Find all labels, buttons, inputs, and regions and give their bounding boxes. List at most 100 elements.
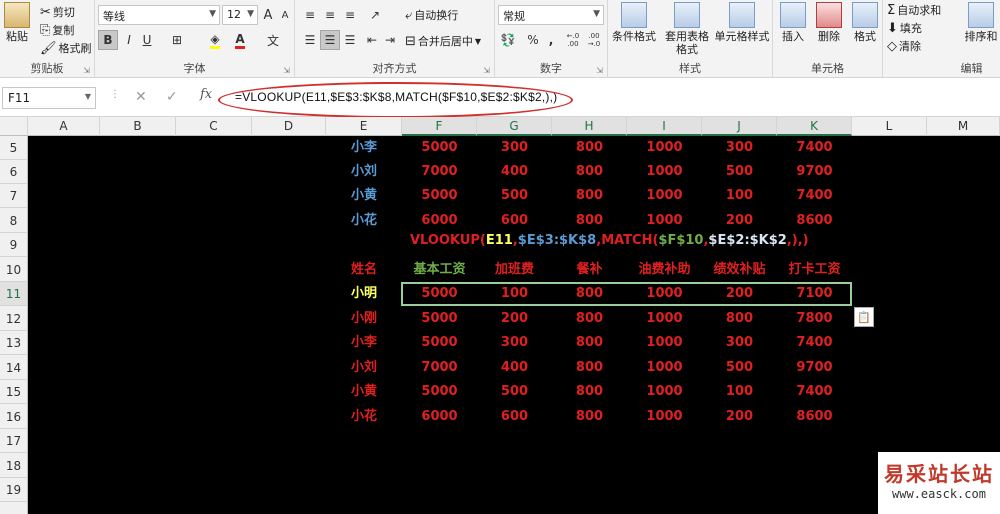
select-all-corner[interactable] xyxy=(0,117,28,136)
increase-indent-button[interactable]: ⇥ xyxy=(380,30,400,50)
row-header-6[interactable]: 6 xyxy=(0,160,27,184)
cell-h5[interactable]: 800 xyxy=(552,136,627,160)
cell-e13[interactable]: 小李 xyxy=(326,331,402,355)
cell-j6[interactable]: 500 xyxy=(702,160,777,184)
row-header-18[interactable]: 18 xyxy=(0,454,27,478)
cell-j13[interactable]: 300 xyxy=(702,331,777,355)
cell-f7[interactable]: 5000 xyxy=(402,184,477,208)
cell-f5[interactable]: 5000 xyxy=(402,136,477,160)
cell-f8[interactable]: 6000 xyxy=(402,209,477,233)
cell-f16[interactable]: 6000 xyxy=(402,405,477,429)
cell-f12[interactable]: 5000 xyxy=(402,307,477,331)
cell-k7[interactable]: 7400 xyxy=(777,184,852,208)
shrink-font-button[interactable]: A xyxy=(275,5,295,25)
col-header-a[interactable]: A xyxy=(28,117,100,136)
cell-i12[interactable]: 1000 xyxy=(627,307,702,331)
row-header-11[interactable]: 11 xyxy=(0,282,27,306)
cell-e6[interactable]: 小刘 xyxy=(326,160,402,184)
format-as-table-button[interactable]: 套用表格格式 xyxy=(661,2,713,56)
col-header-i[interactable]: I xyxy=(627,117,702,136)
cell-e5[interactable]: 小李 xyxy=(326,136,402,160)
clipboard-launcher-icon[interactable]: ⇲ xyxy=(83,66,90,75)
format-button[interactable]: 格式 xyxy=(849,2,881,43)
font-name-select[interactable]: 等线 ▼ xyxy=(98,5,220,25)
cell-i16[interactable]: 1000 xyxy=(627,405,702,429)
cell-h12[interactable]: 800 xyxy=(552,307,627,331)
cell-e12[interactable]: 小刚 xyxy=(326,307,402,331)
cell-g8[interactable]: 600 xyxy=(477,209,552,233)
cell-e15[interactable]: 小黄 xyxy=(326,380,402,404)
clear-button[interactable]: ◇ 清除 xyxy=(887,38,921,54)
cell-e14[interactable]: 小刘 xyxy=(326,356,402,380)
header-clock-salary[interactable]: 打卡工资 xyxy=(777,258,852,282)
more-icon[interactable]: ⋮ xyxy=(110,89,120,100)
row-header-16[interactable]: 16 xyxy=(0,405,27,429)
col-header-l[interactable]: L xyxy=(852,117,927,136)
row-header-17[interactable]: 17 xyxy=(0,429,27,453)
cell-j8[interactable]: 200 xyxy=(702,209,777,233)
cell-styles-button[interactable]: 单元格样式 xyxy=(712,2,772,43)
delete-button[interactable]: 删除 xyxy=(813,2,845,43)
cell-h16[interactable]: 800 xyxy=(552,405,627,429)
cell-e7[interactable]: 小黄 xyxy=(326,184,402,208)
cell-i14[interactable]: 1000 xyxy=(627,356,702,380)
cell-k15[interactable]: 7400 xyxy=(777,380,852,404)
cell-h6[interactable]: 800 xyxy=(552,160,627,184)
cell-i6[interactable]: 1000 xyxy=(627,160,702,184)
cell-f14[interactable]: 7000 xyxy=(402,356,477,380)
cell-f6[interactable]: 7000 xyxy=(402,160,477,184)
col-header-f[interactable]: F xyxy=(402,117,477,136)
cell-f13[interactable]: 5000 xyxy=(402,331,477,355)
cell-i15[interactable]: 1000 xyxy=(627,380,702,404)
cell-k16[interactable]: 8600 xyxy=(777,405,852,429)
col-header-k[interactable]: K xyxy=(777,117,852,136)
fill-color-button[interactable]: ◈ xyxy=(205,30,225,50)
cell-h13[interactable]: 800 xyxy=(552,331,627,355)
cell-h7[interactable]: 800 xyxy=(552,184,627,208)
format-painter-button[interactable]: 🖌 格式刷 xyxy=(40,40,92,56)
cell-j5[interactable]: 300 xyxy=(702,136,777,160)
row-header-7[interactable]: 7 xyxy=(0,184,27,208)
orientation-button[interactable]: ↗ xyxy=(365,5,385,25)
col-header-g[interactable]: G xyxy=(477,117,552,136)
cell-i7[interactable]: 1000 xyxy=(627,184,702,208)
fx-icon[interactable]: fx xyxy=(200,87,212,102)
bold-button[interactable]: B xyxy=(98,30,118,50)
row-header-12[interactable]: 12 xyxy=(0,307,27,331)
cell-k8[interactable]: 8600 xyxy=(777,209,852,233)
font-size-select[interactable]: 12 ▼ xyxy=(222,5,258,25)
col-header-d[interactable]: D xyxy=(252,117,326,136)
accounting-button[interactable]: 💱 xyxy=(498,30,518,50)
align-middle-button[interactable]: ≡ xyxy=(320,5,340,25)
paste-options-icon[interactable]: 📋 xyxy=(854,307,874,327)
font-color-button[interactable]: A xyxy=(230,30,250,50)
cell-e16[interactable]: 小花 xyxy=(326,405,402,429)
increase-decimal-button[interactable]: ←.0 .00 xyxy=(563,30,583,50)
col-header-h[interactable]: H xyxy=(552,117,627,136)
cell-k13[interactable]: 7400 xyxy=(777,331,852,355)
cell-e11[interactable]: 小明 xyxy=(326,282,402,306)
align-left-button[interactable]: ☰ xyxy=(300,30,320,50)
sort-filter-button[interactable]: 排序和 xyxy=(961,2,1000,43)
header-overtime[interactable]: 加班费 xyxy=(477,258,552,282)
cell-g5[interactable]: 300 xyxy=(477,136,552,160)
font-launcher-icon[interactable]: ⇲ xyxy=(283,66,290,75)
header-fuel[interactable]: 油费补助 xyxy=(627,258,702,282)
cell-j16[interactable]: 200 xyxy=(702,405,777,429)
cell-g13[interactable]: 300 xyxy=(477,331,552,355)
underline-button[interactable]: U xyxy=(137,30,157,50)
border-button[interactable]: ⊞ xyxy=(167,30,187,50)
row-header-5[interactable]: 5 xyxy=(0,136,27,160)
row-header-15[interactable]: 15 xyxy=(0,380,27,404)
row-header-10[interactable]: 10 xyxy=(0,258,27,282)
insert-button[interactable]: 插入 xyxy=(777,2,809,43)
row-header-8[interactable]: 8 xyxy=(0,209,27,233)
cut-button[interactable]: ✂ 剪切 xyxy=(40,4,75,20)
cell-i5[interactable]: 1000 xyxy=(627,136,702,160)
row-header-19[interactable]: 19 xyxy=(0,478,27,502)
cell-j12[interactable]: 800 xyxy=(702,307,777,331)
cell-h8[interactable]: 800 xyxy=(552,209,627,233)
align-top-button[interactable]: ≡ xyxy=(300,5,320,25)
cell-f15[interactable]: 5000 xyxy=(402,380,477,404)
col-header-b[interactable]: B xyxy=(100,117,176,136)
